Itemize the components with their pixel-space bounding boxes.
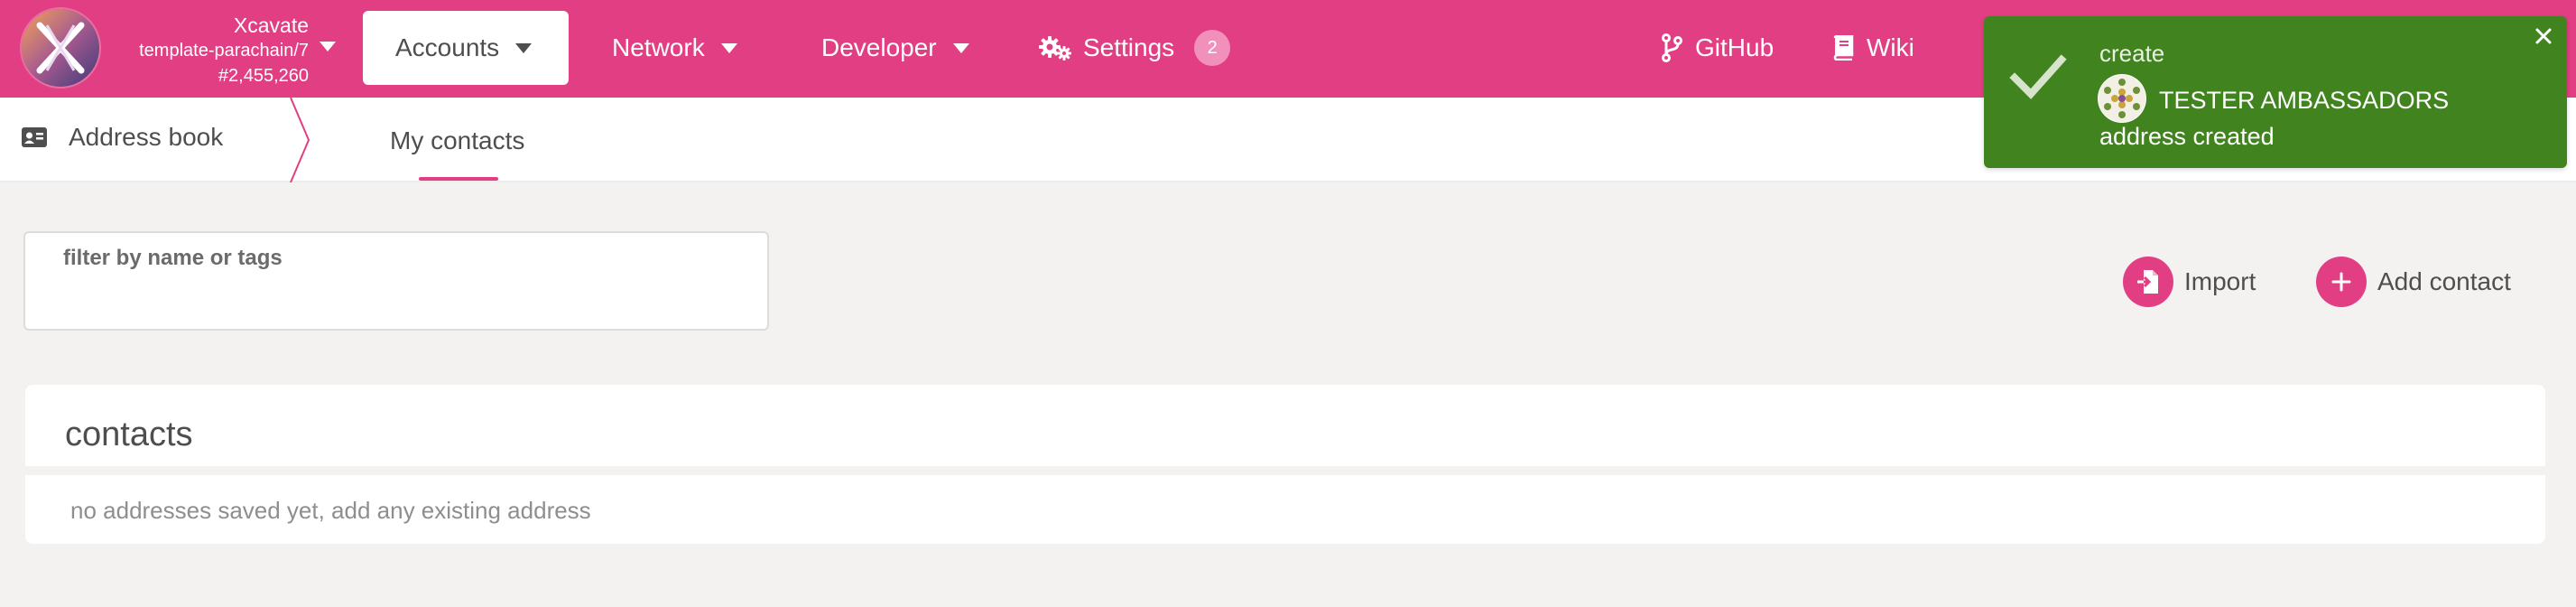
contacts-table-header: contacts: [25, 385, 2545, 466]
add-contact-button-label: Add contact: [2377, 267, 2511, 295]
tab-my-contacts[interactable]: My contacts: [390, 126, 524, 155]
empty-state-message: no addresses saved yet, add any existing…: [70, 497, 591, 524]
menu-settings-label: Settings: [1083, 33, 1175, 61]
close-icon[interactable]: [2534, 27, 2553, 45]
filter-label: filter by name or tags: [63, 246, 283, 270]
chevron-down-icon: [720, 42, 737, 53]
code-branch-icon: [1662, 33, 1682, 62]
menu-developer-label: Developer: [821, 33, 937, 61]
chain-name: Xcavate: [233, 14, 309, 37]
contacts-empty-row: no addresses saved yet, add any existing…: [25, 475, 2545, 544]
menu-github-label: GitHub: [1695, 33, 1774, 61]
import-button-label: Import: [2184, 267, 2256, 295]
notification-status: address created: [2099, 123, 2275, 150]
import-button[interactable]: Import: [2123, 257, 2256, 307]
menu-accounts-label: Accounts: [395, 33, 500, 61]
menu-network[interactable]: Network: [612, 11, 737, 85]
notification-action: create: [2099, 40, 2165, 67]
gears-icon: [1039, 36, 1071, 61]
best-block-number: #2,455,260: [218, 66, 309, 86]
menu-developer[interactable]: Developer: [821, 11, 969, 85]
menu-wiki-label: Wiki: [1867, 33, 1914, 61]
menu-accounts[interactable]: Accounts: [363, 11, 569, 85]
menu-github-link[interactable]: GitHub: [1661, 11, 1774, 85]
active-tab-indicator: [419, 177, 498, 181]
breadcrumb-separator: [290, 98, 310, 182]
file-import-icon: [2123, 257, 2173, 307]
menu-settings[interactable]: Settings 2: [1038, 11, 1231, 85]
filter-input[interactable]: [61, 282, 747, 316]
filter-field[interactable]: filter by name or tags: [23, 231, 769, 331]
settings-notification-badge: 2: [1194, 30, 1231, 66]
xcavate-logo-icon[interactable]: [22, 9, 99, 87]
chevron-down-icon: [952, 42, 969, 53]
address-card-icon: [22, 127, 47, 147]
address-book-header: Address book: [22, 123, 223, 152]
chain-runtime: template-parachain/7: [139, 41, 309, 61]
check-icon: [2009, 54, 2067, 99]
add-contact-button[interactable]: Add contact: [2316, 257, 2511, 307]
success-notification: create TESTER AMBASSADORS address create…: [1984, 16, 2567, 168]
chevron-down-icon: [515, 42, 533, 53]
book-icon: [1833, 35, 1854, 61]
chain-selector[interactable]: Xcavate template-parachain/7 #2,455,260: [108, 13, 309, 89]
chain-chevron-down-icon[interactable]: [320, 42, 336, 51]
contacts-table-title: contacts: [65, 416, 193, 453]
address-book-title: Address book: [69, 123, 224, 151]
account-identicon-icon: [2098, 74, 2146, 123]
notification-account-name: TESTER AMBASSADORS: [2159, 87, 2450, 114]
plus-icon: [2316, 257, 2367, 307]
menu-network-label: Network: [612, 33, 705, 61]
menu-wiki-link[interactable]: Wiki: [1832, 11, 1914, 85]
